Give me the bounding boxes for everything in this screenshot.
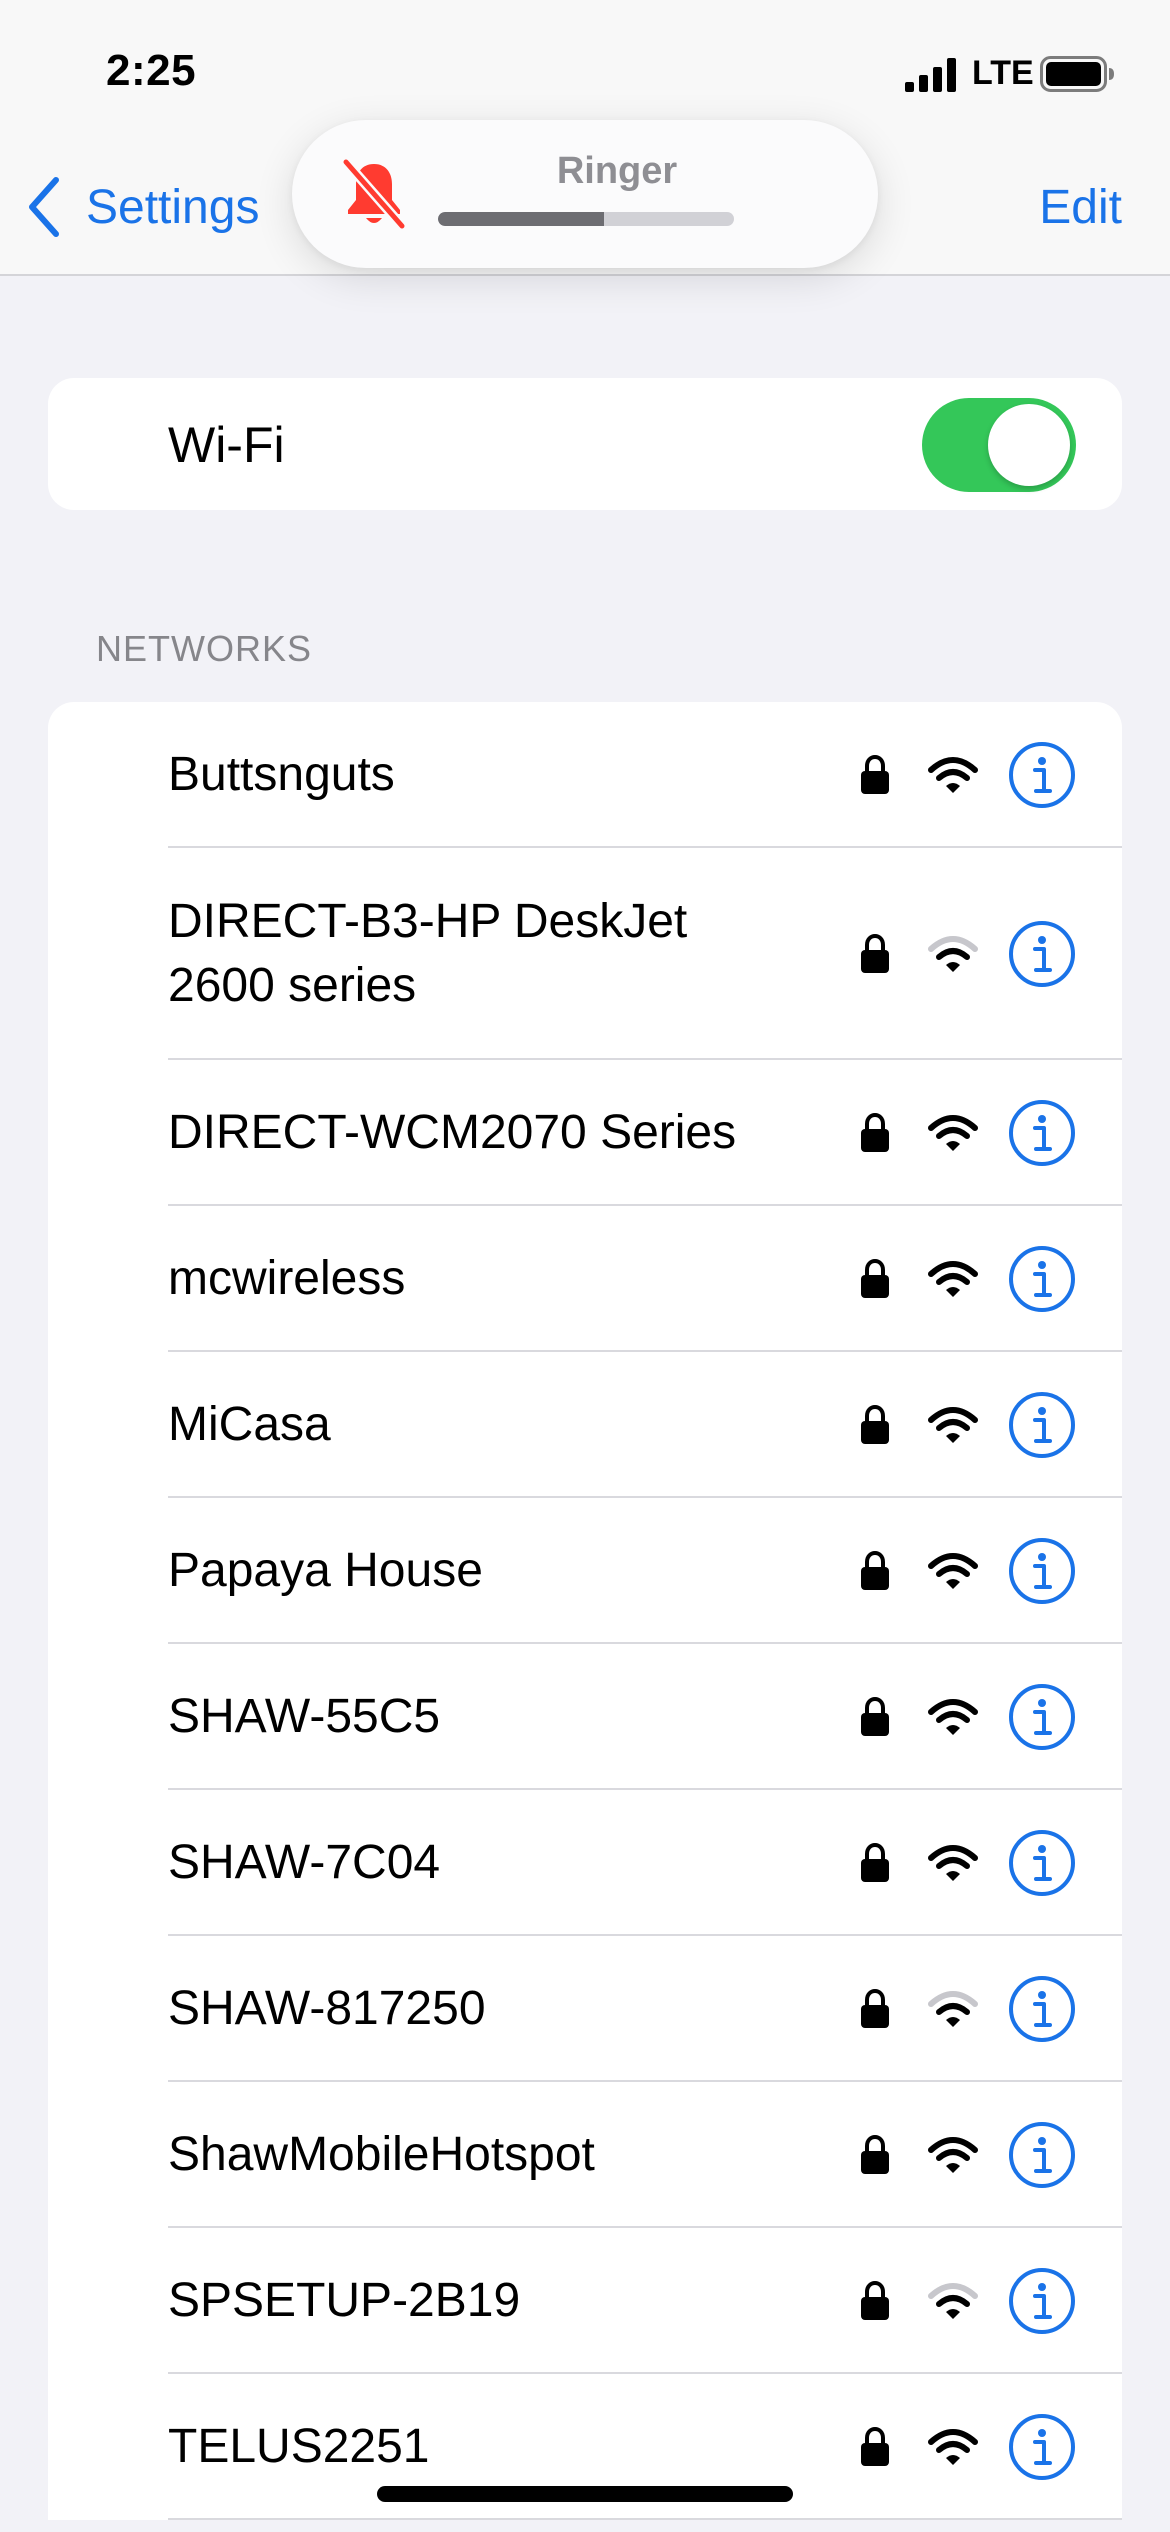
wifi-label: Wi-Fi: [168, 417, 285, 473]
network-row[interactable]: MiCasa: [48, 1352, 1122, 1498]
back-button-label: Settings: [86, 180, 260, 234]
network-row[interactable]: SHAW-7C04: [48, 1790, 1122, 1936]
network-row-icons: [860, 1099, 1076, 1167]
network-name: SHAW-7C04: [168, 1836, 441, 1889]
wifi-signal-icon: [928, 2429, 978, 2465]
network-row[interactable]: mcwireless: [48, 1206, 1122, 1352]
wifi-toggle-card: Wi-Fi: [48, 378, 1122, 510]
network-name: ShawMobileHotspot: [168, 2128, 595, 2181]
wifi-signal-icon: [928, 2283, 978, 2319]
info-icon[interactable]: [1008, 1683, 1076, 1751]
network-name: mcwireless: [168, 1252, 406, 1305]
ringer-label: Ringer: [556, 150, 678, 192]
wifi-signal-icon: [928, 757, 978, 793]
wifi-signal-icon: [928, 1845, 978, 1881]
lock-icon: [861, 2281, 889, 2320]
info-icon[interactable]: [1008, 741, 1076, 809]
wifi-signal-icon: [928, 1553, 978, 1589]
info-icon[interactable]: [1008, 1537, 1076, 1605]
edit-button[interactable]: Edit: [1039, 180, 1122, 235]
info-icon[interactable]: [1008, 1099, 1076, 1167]
network-name: TELUS2251: [168, 2420, 430, 2473]
wifi-signal-icon: [928, 1991, 978, 2027]
network-row[interactable]: Papaya House: [48, 1498, 1122, 1644]
network-list: Buttsnguts DIRECT-B3-HP DeskJet 2600 seri…: [48, 702, 1122, 2520]
network-row-icons: [860, 1391, 1076, 1459]
network-type-label: LTE: [972, 54, 1034, 92]
lock-icon: [861, 1989, 889, 2028]
wifi-signal-icon: [928, 1699, 978, 1735]
network-name: SHAW-55C5: [168, 1690, 441, 1743]
chevron-left-icon: [29, 177, 59, 237]
network-name: Buttsnguts: [168, 748, 395, 801]
network-row-icons: [860, 920, 1076, 988]
wifi-signal-icon: [928, 1407, 978, 1443]
network-row-icons: [860, 741, 1076, 809]
lock-icon: [861, 1113, 889, 1152]
lock-icon: [861, 1843, 889, 1882]
status-time: 2:25: [106, 46, 197, 95]
network-name: SHAW-817250: [168, 1982, 486, 2035]
network-row-icons: [860, 1683, 1076, 1751]
lock-icon: [861, 1697, 889, 1736]
back-button[interactable]: Settings: [26, 172, 259, 242]
network-row[interactable]: SPSETUP-2B19: [48, 2228, 1122, 2374]
network-name: DIRECT-WCM2070 Series: [168, 1106, 737, 1159]
toggle-knob: [988, 404, 1070, 486]
network-row-icons: [860, 1829, 1076, 1897]
lock-icon: [861, 2427, 889, 2466]
lock-icon: [861, 1551, 889, 1590]
network-row-icons: [860, 2413, 1076, 2481]
wifi-signal-icon: [928, 1261, 978, 1297]
battery-icon: [1040, 56, 1114, 92]
info-icon[interactable]: [1008, 1245, 1076, 1313]
network-row[interactable]: DIRECT-B3-HP DeskJet 2600 series: [48, 848, 1122, 1060]
info-icon[interactable]: [1008, 2121, 1076, 2189]
lock-icon: [861, 1259, 889, 1298]
network-name: SPSETUP-2B19: [168, 2274, 521, 2327]
info-icon[interactable]: [1008, 1391, 1076, 1459]
info-icon[interactable]: [1008, 2267, 1076, 2335]
network-row[interactable]: SHAW-55C5: [48, 1644, 1122, 1790]
lock-icon: [861, 755, 889, 794]
network-row-icons: [860, 2267, 1076, 2335]
ringer-volume-fill: [438, 212, 604, 226]
network-row-icons: [860, 2121, 1076, 2189]
network-row-icons: [860, 1537, 1076, 1605]
lock-icon: [861, 934, 889, 973]
lock-icon: [861, 2135, 889, 2174]
network-name: Papaya House: [168, 1544, 483, 1597]
network-name: MiCasa: [168, 1398, 331, 1451]
network-row-icons: [860, 1975, 1076, 2043]
cellular-signal-icon: [905, 58, 956, 92]
network-row-icons: [860, 1245, 1076, 1313]
networks-section-header: NETWORKS: [96, 628, 313, 669]
wifi-signal-icon: [928, 2137, 978, 2173]
lock-icon: [861, 1405, 889, 1444]
ringer-hud: Ringer: [292, 120, 878, 268]
network-row[interactable]: SHAW-817250: [48, 1936, 1122, 2082]
info-icon[interactable]: [1008, 2413, 1076, 2481]
wifi-toggle[interactable]: [922, 398, 1076, 492]
network-row[interactable]: ShawMobileHotspot: [48, 2082, 1122, 2228]
wifi-signal-icon: [928, 1115, 978, 1151]
network-name: DIRECT-B3-HP DeskJet 2600 series: [168, 895, 688, 1012]
network-row[interactable]: Buttsnguts: [48, 702, 1122, 848]
info-icon[interactable]: [1008, 920, 1076, 988]
home-indicator[interactable]: [377, 2486, 793, 2502]
network-row[interactable]: DIRECT-WCM2070 Series: [48, 1060, 1122, 1206]
info-icon[interactable]: [1008, 1975, 1076, 2043]
ringer-volume-slider[interactable]: [438, 212, 734, 226]
wifi-signal-icon: [928, 936, 978, 972]
info-icon[interactable]: [1008, 1829, 1076, 1897]
